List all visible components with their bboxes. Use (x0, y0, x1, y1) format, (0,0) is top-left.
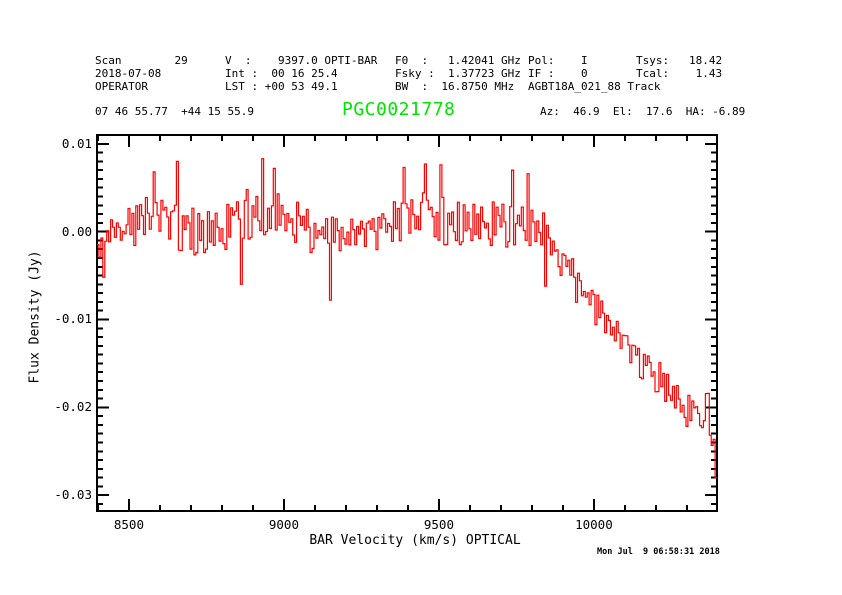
plot-timestamp: Mon Jul 9 06:58:31 2018 (597, 547, 720, 557)
x-tick-label: 8500 (114, 517, 144, 532)
x-axis-label: BAR Velocity (km/s) OPTICAL (309, 533, 520, 548)
plot-frame (97, 135, 717, 511)
y-tick-label: 0.01 (40, 136, 92, 151)
x-tick-label: 10000 (575, 517, 613, 532)
x-tick-label: 9000 (269, 517, 299, 532)
y-axis-label: Flux Density (Jy) (28, 264, 43, 384)
spectrum-trace (97, 159, 717, 478)
y-tick-label: -0.01 (40, 311, 92, 326)
spectrum-plot (0, 0, 842, 595)
spectrum-display-window: Scan 29 V : 9397.0 OPTI-BAR F0 : 1.42041… (0, 0, 842, 595)
x-tick-label: 9500 (424, 517, 454, 532)
y-tick-label: -0.02 (40, 399, 92, 414)
y-tick-label: 0.00 (40, 224, 92, 239)
y-tick-label: -0.03 (40, 487, 92, 502)
